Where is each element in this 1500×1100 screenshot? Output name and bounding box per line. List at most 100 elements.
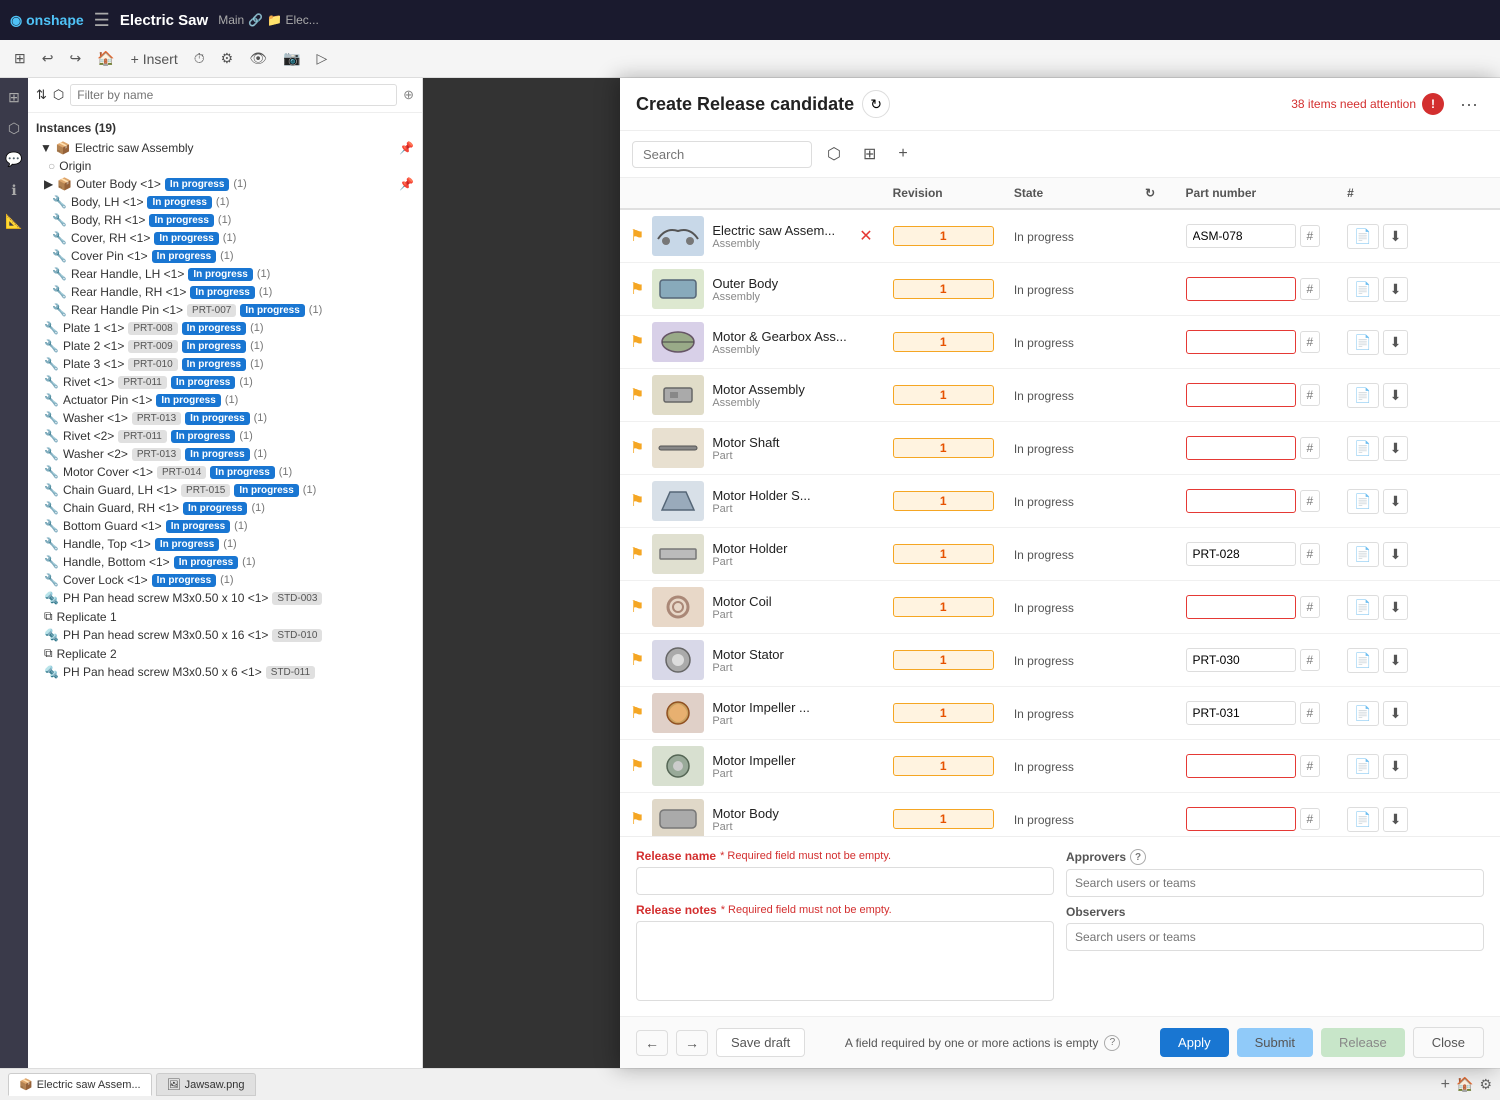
dialog-refresh-button[interactable]: ↻ bbox=[862, 90, 890, 118]
sidebar-item-actuator-pin[interactable]: 🔧 Actuator Pin <1> In progress (1) bbox=[28, 391, 422, 409]
item-download-button[interactable]: ⬇ bbox=[1383, 701, 1409, 726]
part-number-input[interactable] bbox=[1186, 595, 1296, 619]
item-doc-button[interactable]: 📄 bbox=[1347, 489, 1378, 514]
part-number-input[interactable] bbox=[1186, 807, 1296, 831]
item-doc-button[interactable]: 📄 bbox=[1347, 648, 1378, 673]
sidebar-item-bottom-guard[interactable]: 🔧 Bottom Guard <1> In progress (1) bbox=[28, 517, 422, 535]
auto-assign-button[interactable]: # bbox=[1300, 225, 1321, 247]
item-doc-button[interactable]: 📄 bbox=[1347, 595, 1378, 620]
part-number-input[interactable] bbox=[1186, 330, 1296, 354]
footer-forward-button[interactable]: → bbox=[676, 1030, 708, 1056]
toolbar-redo-btn[interactable]: ↪ bbox=[63, 46, 87, 71]
item-download-button[interactable]: ⬇ bbox=[1383, 542, 1409, 567]
auto-assign-button[interactable]: # bbox=[1300, 596, 1321, 618]
auto-assign-button[interactable]: # bbox=[1300, 384, 1321, 406]
tab-electric-saw-assembly[interactable]: 📦 Electric saw Assem... bbox=[8, 1073, 152, 1096]
sidebar-item-chain-guard-rh[interactable]: 🔧 Chain Guard, RH <1> In progress (1) bbox=[28, 499, 422, 517]
sidebar-item-cover-pin[interactable]: 🔧 Cover Pin <1> In progress (1) bbox=[28, 247, 422, 265]
item-doc-button[interactable]: 📄 bbox=[1347, 224, 1378, 249]
part-number-input[interactable] bbox=[1186, 754, 1296, 778]
sidebar-filter-input[interactable] bbox=[70, 84, 397, 106]
toolbar-home-btn[interactable]: 🏠 bbox=[91, 46, 120, 71]
sidebar-item-screw-16[interactable]: 🔩 PH Pan head screw M3x0.50 x 16 <1> STD… bbox=[28, 626, 422, 644]
filter-button[interactable]: ⬡ bbox=[820, 139, 848, 169]
delete-item-button[interactable]: ✕ bbox=[859, 226, 872, 246]
sidebar-item-replicate1[interactable]: ⧉ Replicate 1 bbox=[28, 607, 422, 626]
submit-button[interactable]: Submit bbox=[1237, 1028, 1313, 1057]
auto-assign-button[interactable]: # bbox=[1300, 702, 1321, 724]
item-doc-button[interactable]: 📄 bbox=[1347, 436, 1378, 461]
auto-assign-button[interactable]: # bbox=[1300, 490, 1321, 512]
sidebar-item-origin[interactable]: ○ Origin bbox=[28, 157, 422, 175]
icon-bar-comments[interactable]: 💬 bbox=[2, 148, 25, 171]
auto-assign-button[interactable]: # bbox=[1300, 278, 1321, 300]
item-doc-button[interactable]: 📄 bbox=[1347, 542, 1378, 567]
item-download-button[interactable]: ⬇ bbox=[1383, 436, 1409, 461]
view-toggle-button[interactable]: ⊞ bbox=[856, 139, 883, 169]
toolbar-grid-btn[interactable]: ⊞ bbox=[8, 46, 32, 71]
sidebar-item-handle-top[interactable]: 🔧 Handle, Top <1> In progress (1) bbox=[28, 535, 422, 553]
item-download-button[interactable]: ⬇ bbox=[1383, 330, 1409, 355]
close-button[interactable]: Close bbox=[1413, 1027, 1484, 1058]
sidebar-item-replicate2[interactable]: ⧉ Replicate 2 bbox=[28, 644, 422, 663]
item-download-button[interactable]: ⬇ bbox=[1383, 754, 1409, 779]
sidebar-item-washer1[interactable]: 🔧 Washer <1> PRT-013 In progress (1) bbox=[28, 409, 422, 427]
item-doc-button[interactable]: 📄 bbox=[1347, 330, 1378, 355]
auto-assign-button[interactable]: # bbox=[1300, 331, 1321, 353]
item-doc-button[interactable]: 📄 bbox=[1347, 701, 1378, 726]
sidebar-item-screw-6[interactable]: 🔩 PH Pan head screw M3x0.50 x 6 <1> STD-… bbox=[28, 663, 422, 681]
add-item-button[interactable]: + bbox=[891, 140, 914, 168]
auto-assign-button[interactable]: # bbox=[1300, 755, 1321, 777]
part-number-input[interactable] bbox=[1186, 277, 1296, 301]
auto-assign-button[interactable]: # bbox=[1300, 808, 1321, 830]
approvers-input[interactable] bbox=[1066, 869, 1484, 897]
part-number-input[interactable] bbox=[1186, 542, 1296, 566]
sidebar-item-plate2[interactable]: 🔧 Plate 2 <1> PRT-009 In progress (1) bbox=[28, 337, 422, 355]
item-download-button[interactable]: ⬇ bbox=[1383, 595, 1409, 620]
sidebar-item-rivet2[interactable]: 🔧 Rivet <2> PRT-011 In progress (1) bbox=[28, 427, 422, 445]
release-name-input[interactable] bbox=[636, 867, 1054, 895]
toolbar-view-btn[interactable]: 👁 bbox=[243, 46, 273, 71]
more-options-button[interactable]: ··· bbox=[1454, 92, 1484, 117]
auto-assign-button[interactable]: # bbox=[1300, 437, 1321, 459]
observers-input[interactable] bbox=[1066, 923, 1484, 951]
item-download-button[interactable]: ⬇ bbox=[1383, 807, 1409, 832]
part-number-input[interactable] bbox=[1186, 436, 1296, 460]
settings-bottom-btn[interactable]: ⚙ bbox=[1479, 1076, 1492, 1094]
approvers-help-icon[interactable]: ? bbox=[1130, 849, 1146, 865]
part-number-input[interactable] bbox=[1186, 224, 1296, 248]
item-doc-button[interactable]: 📄 bbox=[1347, 383, 1378, 408]
warning-help-icon[interactable]: ? bbox=[1104, 1035, 1120, 1051]
sidebar-item-washer2[interactable]: 🔧 Washer <2> PRT-013 In progress (1) bbox=[28, 445, 422, 463]
sidebar-item-motor-cover[interactable]: 🔧 Motor Cover <1> PRT-014 In progress (1… bbox=[28, 463, 422, 481]
item-download-button[interactable]: ⬇ bbox=[1383, 383, 1409, 408]
save-draft-button[interactable]: Save draft bbox=[716, 1028, 805, 1057]
icon-bar-parts[interactable]: ⊞ bbox=[5, 86, 23, 109]
toolbar-camera-btn[interactable]: 📷 bbox=[277, 46, 306, 71]
release-notes-input[interactable] bbox=[636, 921, 1054, 1001]
toolbar-insert-btn[interactable]: + Insert bbox=[125, 47, 184, 71]
item-download-button[interactable]: ⬇ bbox=[1383, 277, 1409, 302]
add-tab-button[interactable]: + bbox=[1441, 1076, 1450, 1094]
toolbar-undo-btn[interactable]: ↩ bbox=[36, 46, 60, 71]
part-number-input[interactable] bbox=[1186, 383, 1296, 407]
table-search-input[interactable] bbox=[632, 141, 812, 168]
sidebar-item-body-rh[interactable]: 🔧 Body, RH <1> In progress (1) bbox=[28, 211, 422, 229]
sidebar-item-body-lh[interactable]: 🔧 Body, LH <1> In progress (1) bbox=[28, 193, 422, 211]
part-number-input[interactable] bbox=[1186, 648, 1296, 672]
item-download-button[interactable]: ⬇ bbox=[1383, 489, 1409, 514]
footer-back-button[interactable]: ← bbox=[636, 1030, 668, 1056]
sidebar-item-rear-handle-pin[interactable]: 🔧 Rear Handle Pin <1> PRT-007 In progres… bbox=[28, 301, 422, 319]
apply-button[interactable]: Apply bbox=[1160, 1028, 1229, 1057]
sidebar-item-plate1[interactable]: 🔧 Plate 1 <1> PRT-008 In progress (1) bbox=[28, 319, 422, 337]
sidebar-item-screw-10[interactable]: 🔩 PH Pan head screw M3x0.50 x 10 <1> STD… bbox=[28, 589, 422, 607]
icon-bar-info[interactable]: ℹ bbox=[8, 179, 19, 202]
part-number-input[interactable] bbox=[1186, 489, 1296, 513]
sidebar-item-plate3[interactable]: 🔧 Plate 3 <1> PRT-010 In progress (1) bbox=[28, 355, 422, 373]
sidebar-item-rear-handle-rh[interactable]: 🔧 Rear Handle, RH <1> In progress (1) bbox=[28, 283, 422, 301]
item-doc-button[interactable]: 📄 bbox=[1347, 754, 1378, 779]
icon-bar-filter[interactable]: ⬡ bbox=[5, 117, 23, 140]
release-button[interactable]: Release bbox=[1321, 1028, 1405, 1057]
auto-assign-button[interactable]: # bbox=[1300, 649, 1321, 671]
sidebar-item-outer-body[interactable]: ▶ 📦 Outer Body <1> In progress (1) 📌 bbox=[28, 175, 422, 193]
